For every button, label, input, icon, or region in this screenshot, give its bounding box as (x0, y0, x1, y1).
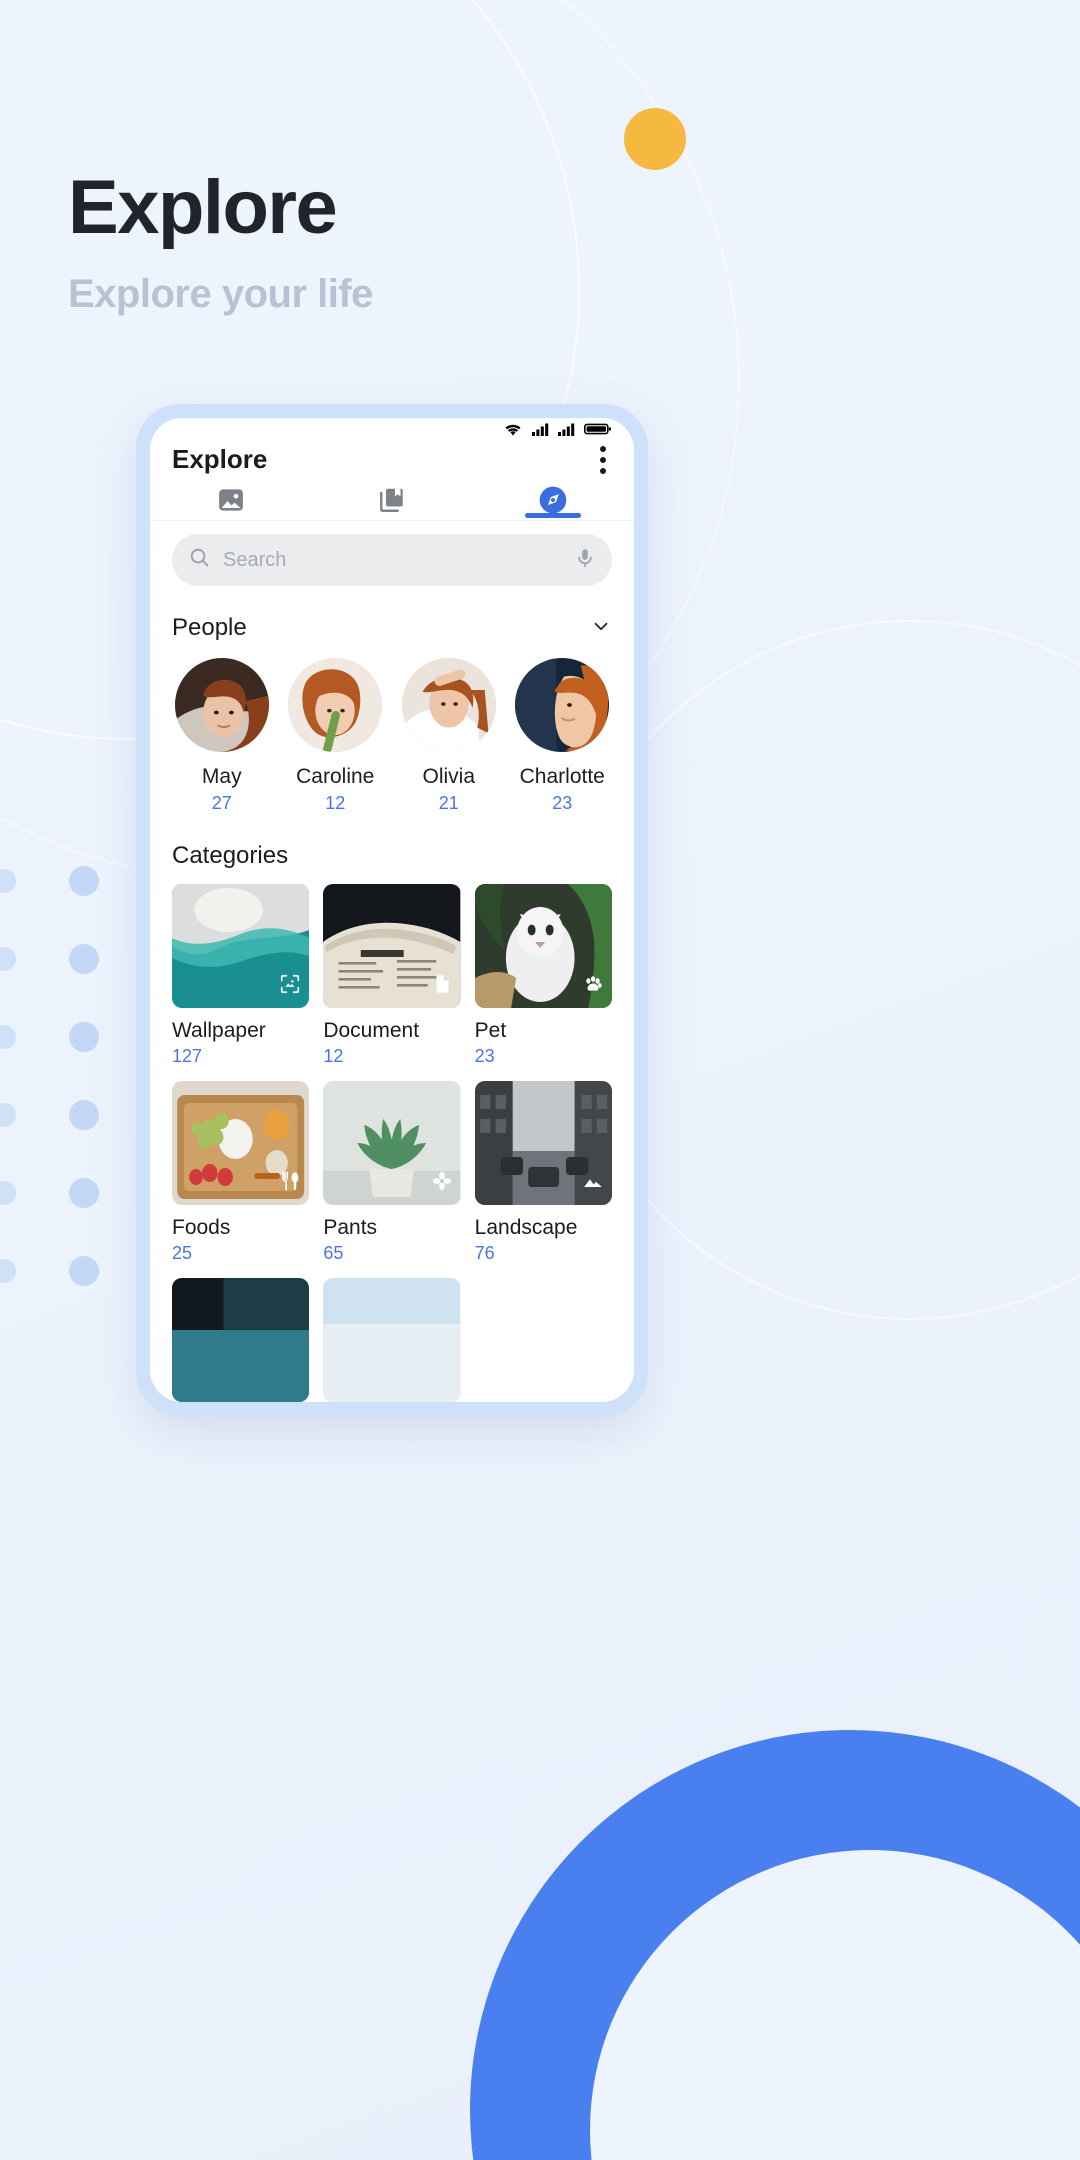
person-name: Caroline (296, 765, 375, 788)
search-bar[interactable] (172, 534, 612, 586)
category-count: 25 (172, 1243, 193, 1263)
person-count: 23 (552, 793, 573, 813)
phone-screen: Explore Search People May 27 Caroline 12… (150, 418, 634, 1402)
category-thumbnail (474, 884, 612, 1008)
compass-icon (537, 484, 569, 516)
chevron-down-icon[interactable] (590, 615, 612, 642)
wallpaper-icon (279, 973, 301, 1000)
decor-orange-circle (624, 108, 686, 170)
category-count: 12 (323, 1046, 344, 1066)
category-thumbnail (323, 884, 461, 1008)
category-name: Pants (323, 1216, 378, 1239)
person-name: May (201, 765, 242, 788)
person-count: 12 (325, 793, 346, 813)
category-thumbnail (172, 1081, 310, 1205)
tab-albums[interactable] (311, 480, 472, 520)
hero-subtitle: Explore your life (68, 272, 373, 316)
category-card[interactable]: Document 12 (323, 884, 461, 1067)
list-item[interactable]: May 27 (168, 658, 276, 814)
category-name: Document (323, 1019, 420, 1042)
category-count: 23 (474, 1046, 495, 1066)
page-title: Explore (172, 444, 268, 475)
mountain-icon (582, 1170, 604, 1197)
category-name: Pet (474, 1019, 507, 1042)
photos-icon (216, 485, 246, 515)
list-item[interactable]: Olivia 21 (395, 658, 503, 814)
albums-icon (377, 485, 407, 515)
battery-icon (584, 421, 612, 437)
category-name: Landscape (474, 1216, 578, 1239)
category-count: 127 (172, 1046, 203, 1066)
signal-icon (558, 421, 575, 437)
app-header: Explore (150, 439, 634, 480)
paw-icon (582, 973, 604, 1000)
category-card[interactable]: Wallpaper 127 (172, 884, 310, 1067)
person-count: 27 (211, 793, 232, 813)
person-name: Olivia (422, 765, 475, 788)
list-item[interactable]: Caroline 12 (282, 658, 390, 814)
search-section (150, 521, 634, 596)
avatar (515, 658, 610, 752)
person-name: Charlotte (519, 765, 605, 788)
flower-icon (431, 1170, 453, 1197)
search-icon (188, 546, 211, 574)
microphone-icon[interactable] (574, 547, 596, 574)
status-bar (150, 418, 634, 440)
people-list: May 27 Caroline 12 Olivia 21 Charlotte 2… (150, 648, 634, 818)
promo-screenshot: Explore Explore your life Explore Search… (0, 0, 1080, 2160)
category-count: 76 (474, 1243, 495, 1263)
overflow-menu-icon[interactable] (594, 440, 612, 480)
cutlery-icon (279, 1170, 301, 1197)
avatar (174, 658, 269, 752)
signal-icon (532, 421, 549, 437)
category-thumbnail[interactable] (323, 1278, 461, 1402)
category-name: Wallpaper (172, 1019, 266, 1042)
tab-photos[interactable] (150, 480, 311, 520)
category-card[interactable]: Pet 23 (474, 884, 612, 1067)
category-card[interactable]: Pants 65 (323, 1081, 461, 1264)
categories-title: Categories (172, 842, 289, 869)
category-card[interactable]: Landscape 76 (474, 1081, 612, 1264)
category-thumbnail (172, 884, 310, 1008)
hero-title: Explore (68, 165, 338, 250)
search-input[interactable] (223, 548, 562, 572)
categories-peek-row (150, 1264, 634, 1402)
document-icon (431, 973, 453, 1000)
tab-bar (150, 480, 634, 521)
category-thumbnail[interactable] (172, 1278, 310, 1402)
category-thumbnail (323, 1081, 461, 1205)
categories-grid: Wallpaper 127 Document 12 Pet 23 Foods 2… (150, 872, 634, 1264)
categories-section-header: Categories (150, 818, 634, 872)
category-card[interactable]: Foods 25 (172, 1081, 310, 1264)
avatar (288, 658, 383, 752)
category-count: 65 (323, 1243, 344, 1263)
person-count: 21 (438, 793, 459, 813)
wifi-icon (503, 421, 523, 437)
tab-explore[interactable] (473, 480, 634, 520)
avatar (401, 658, 496, 752)
phone-mockup: Explore Search People May 27 Caroline 12… (136, 404, 648, 1416)
people-title: People (172, 614, 247, 641)
people-section-header: People (150, 596, 634, 648)
hero-copy: Explore Explore your life (68, 170, 373, 317)
category-thumbnail (474, 1081, 612, 1205)
tab-active-indicator (525, 513, 582, 518)
category-name: Foods (172, 1216, 231, 1239)
list-item[interactable]: Charlotte 23 (509, 658, 617, 814)
